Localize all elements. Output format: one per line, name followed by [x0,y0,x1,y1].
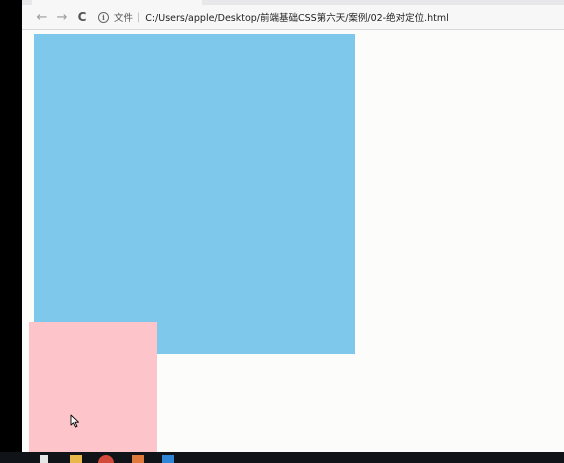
browser-window: ← → C i 文件 | C:/Users/apple/Desktop/前端基础… [22,0,564,452]
blue-box [34,34,355,354]
forward-arrow-icon: → [56,9,68,25]
info-icon[interactable]: i [98,11,109,23]
scheme-label: 文件 [114,13,134,24]
pink-box [29,322,157,452]
vscode-icon[interactable] [162,455,174,463]
omnibox-separator: | [137,11,141,23]
windows-start-icon[interactable] [40,455,48,463]
back-arrow-icon: ← [36,9,48,25]
file-explorer-icon[interactable] [70,455,82,463]
screen: ← → C i 文件 | C:/Users/apple/Desktop/前端基础… [0,0,564,463]
address-bar[interactable]: i 文件 | C:/Users/apple/Desktop/前端基础CSS第六天… [98,7,449,27]
browser-toolbar: ← → C i 文件 | C:/Users/apple/Desktop/前端基础… [22,5,564,30]
page-content [22,30,564,452]
mouse-cursor-icon [70,414,79,428]
taskbar [0,452,564,463]
url-text[interactable]: C:/Users/apple/Desktop/前端基础CSS第六天/案例/02-… [145,10,449,24]
forward-button[interactable]: → [52,7,72,27]
app-icon[interactable] [132,455,144,463]
reload-icon: C [77,10,87,24]
back-button[interactable]: ← [32,7,52,27]
chrome-icon[interactable] [98,455,114,463]
reload-button[interactable]: C [72,7,92,27]
